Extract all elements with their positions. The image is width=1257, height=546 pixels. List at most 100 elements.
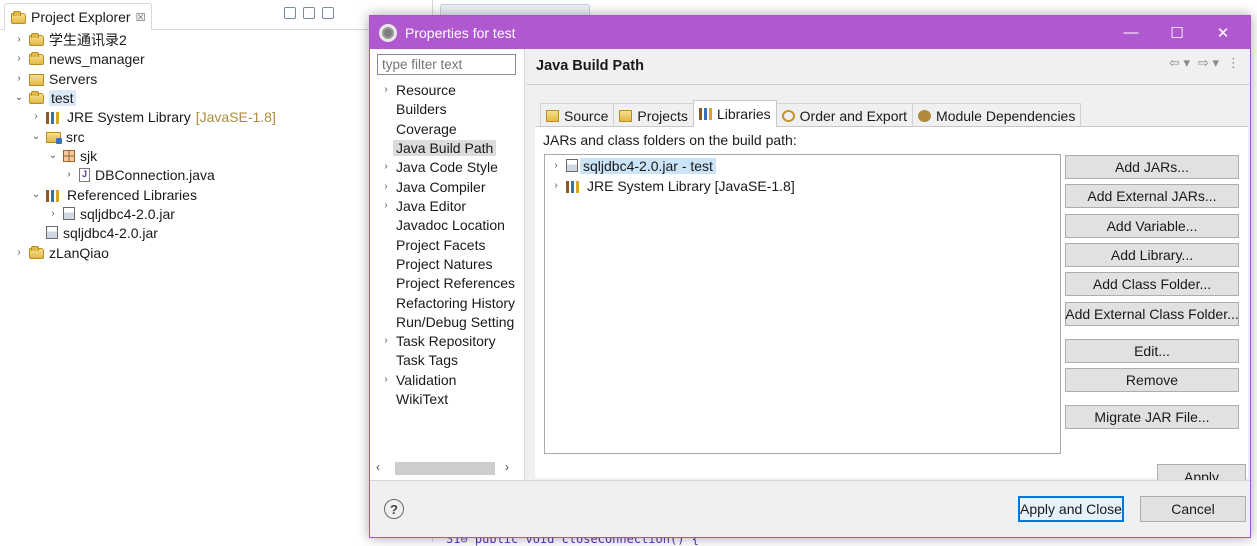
add-variable-button[interactable]: Add Variable... <box>1065 214 1239 238</box>
expand-arrow-icon[interactable]: › <box>48 208 58 219</box>
nav-item-java-code-style[interactable]: › Java Code Style <box>380 157 498 176</box>
tab-module-dependencies[interactable]: Module Dependencies <box>912 103 1082 127</box>
scroll-left-icon[interactable]: ‹ <box>376 460 380 474</box>
nav-item-refactoring-history[interactable]: Refactoring History <box>380 293 515 312</box>
expand-arrow-icon[interactable]: › <box>64 169 74 180</box>
link-editor-icon[interactable] <box>303 7 315 19</box>
cancel-button[interactable]: Cancel <box>1140 496 1246 522</box>
dialog-title-bar[interactable]: Properties for test — ☐ ✕ <box>370 16 1250 49</box>
tree-item-jar-file[interactable]: sqljdbc4-2.0.jar <box>31 223 158 242</box>
maximize-button[interactable]: ☐ <box>1154 16 1200 49</box>
nav-item-label: Javadoc Location <box>396 216 505 233</box>
expand-arrow-icon[interactable]: › <box>14 34 24 45</box>
library-icon <box>46 189 62 202</box>
nav-item-resource[interactable]: › Resource <box>380 80 456 99</box>
tree-item-sjk[interactable]: ⌄ sjk <box>48 146 97 165</box>
minimize-button[interactable]: — <box>1108 16 1154 49</box>
tree-item-label: sjk <box>80 147 98 164</box>
tab-libraries[interactable]: Libraries <box>692 100 777 127</box>
tree-item-test[interactable]: ⌄ test <box>14 88 76 107</box>
add-jars-button[interactable]: Add JARs... <box>1065 155 1239 179</box>
library-row-jre[interactable]: › JRE System Library [JavaSE-1.8] <box>551 176 794 195</box>
close-tab-icon[interactable]: ☒ <box>136 11 146 24</box>
nav-item-task-repository[interactable]: › Task Repository <box>380 331 495 350</box>
tree-item-jre-library[interactable]: › JRE System Library [JavaSE-1.8] <box>31 107 276 126</box>
expand-arrow-icon[interactable]: › <box>380 335 392 346</box>
nav-horizontal-scrollbar[interactable]: ‹ › <box>373 459 521 477</box>
nav-item-builders[interactable]: Builders <box>380 99 447 118</box>
back-arrow-icon[interactable]: ⇦ ▾ <box>1169 55 1190 71</box>
expand-arrow-icon[interactable]: › <box>380 374 392 385</box>
tree-item-servers[interactable]: › Servers <box>14 69 97 88</box>
tree-item-src[interactable]: ⌄ src <box>31 127 85 146</box>
expand-arrow-icon[interactable]: › <box>551 160 561 171</box>
expand-arrow-icon[interactable]: › <box>380 84 392 95</box>
tab-source[interactable]: Source <box>540 103 615 127</box>
collapse-arrow-icon[interactable]: ⌄ <box>31 131 41 142</box>
nav-item-project-references[interactable]: Project References <box>380 273 515 292</box>
nav-item-label: Project Facets <box>396 236 486 253</box>
nav-item-project-natures[interactable]: Project Natures <box>380 254 492 273</box>
tab-projects[interactable]: Projects <box>613 103 694 127</box>
expand-arrow-icon[interactable]: › <box>380 200 392 211</box>
tree-item-zlanqiao[interactable]: › zLanQiao <box>14 243 109 262</box>
expand-arrow-icon[interactable]: › <box>380 181 392 192</box>
nav-item-label: Java Compiler <box>396 178 486 195</box>
expand-arrow-icon[interactable]: › <box>14 247 24 258</box>
tree-item-referenced-libraries[interactable]: ⌄ Referenced Libraries <box>31 185 197 204</box>
tree-item-label: Referenced Libraries <box>67 186 197 203</box>
libraries-tree[interactable]: › sqljdbc4-2.0.jar - test › JRE System L… <box>544 154 1061 454</box>
view-menu-icon[interactable]: ⋮ <box>1227 55 1240 71</box>
tree-item-dbconnection[interactable]: › DBConnection.java <box>64 165 215 184</box>
add-library-button[interactable]: Add Library... <box>1065 243 1239 267</box>
forward-arrow-icon[interactable]: ⇨ ▾ <box>1198 55 1219 71</box>
expand-arrow-icon[interactable]: › <box>14 53 24 64</box>
tab-label: Libraries <box>716 106 771 122</box>
project-explorer-tab[interactable]: Project Explorer ☒ <box>4 3 153 30</box>
tree-item-label: sqljdbc4-2.0.jar <box>80 205 175 222</box>
scroll-right-icon[interactable]: › <box>505 460 509 474</box>
filter-input[interactable] <box>377 54 516 75</box>
collapse-arrow-icon[interactable]: ⌄ <box>31 189 41 200</box>
build-path-label: JARs and class folders on the build path… <box>543 132 797 148</box>
collapse-arrow-icon[interactable]: ⌄ <box>48 150 58 161</box>
nav-item-task-tags[interactable]: Task Tags <box>380 350 458 369</box>
expand-arrow-icon[interactable]: › <box>31 111 41 122</box>
apply-and-close-button[interactable]: Apply and Close <box>1018 496 1124 522</box>
collapse-arrow-icon[interactable]: ⌄ <box>14 92 24 103</box>
tab-order-and-export[interactable]: Order and Export <box>775 103 914 127</box>
nav-item-project-facets[interactable]: Project Facets <box>380 235 485 254</box>
add-class-folder-button[interactable]: Add Class Folder... <box>1065 272 1239 296</box>
remove-button[interactable]: Remove <box>1065 368 1239 392</box>
expand-arrow-icon[interactable]: › <box>551 180 561 191</box>
nav-item-wikitext[interactable]: WikiText <box>380 389 448 408</box>
close-button[interactable]: ✕ <box>1200 16 1246 49</box>
nav-item-java-editor[interactable]: › Java Editor <box>380 196 466 215</box>
scrollbar-thumb[interactable] <box>395 462 495 475</box>
project-explorer-icon <box>11 10 26 24</box>
nav-item-java-compiler[interactable]: › Java Compiler <box>380 177 485 196</box>
nav-item-validation[interactable]: › Validation <box>380 370 456 389</box>
nav-item-javadoc-location[interactable]: Javadoc Location <box>380 215 505 234</box>
help-icon[interactable]: ? <box>384 499 404 519</box>
tree-item-label: JRE System Library <box>67 108 191 125</box>
nav-item-label: WikiText <box>396 390 449 407</box>
tree-item-student-contacts[interactable]: › 学生通讯录2 <box>14 30 127 49</box>
library-row-sqljdbc[interactable]: › sqljdbc4-2.0.jar - test <box>551 156 716 175</box>
add-external-jars-button[interactable]: Add External JARs... <box>1065 184 1239 208</box>
edit-button[interactable]: Edit... <box>1065 339 1239 363</box>
add-external-class-folder-button[interactable]: Add External Class Folder... <box>1065 302 1239 326</box>
tree-item-news-manager[interactable]: › news_manager <box>14 49 144 68</box>
collapse-all-icon[interactable] <box>284 7 296 19</box>
project-icon <box>29 91 44 104</box>
expand-arrow-icon[interactable]: › <box>380 161 392 172</box>
expand-arrow-icon[interactable]: › <box>14 73 24 84</box>
filter-icon[interactable] <box>322 7 334 19</box>
tree-item-referenced-jar[interactable]: › sqljdbc4-2.0.jar <box>48 204 175 223</box>
tree-item-label: Servers <box>49 70 98 87</box>
nav-item-coverage[interactable]: Coverage <box>380 119 457 138</box>
nav-item-java-build-path[interactable]: Java Build Path <box>380 138 497 157</box>
tree-item-label: 学生通讯录2 <box>49 31 127 48</box>
migrate-jar-button[interactable]: Migrate JAR File... <box>1065 405 1239 429</box>
nav-item-run-debug-settings[interactable]: Run/Debug Setting <box>380 312 514 331</box>
